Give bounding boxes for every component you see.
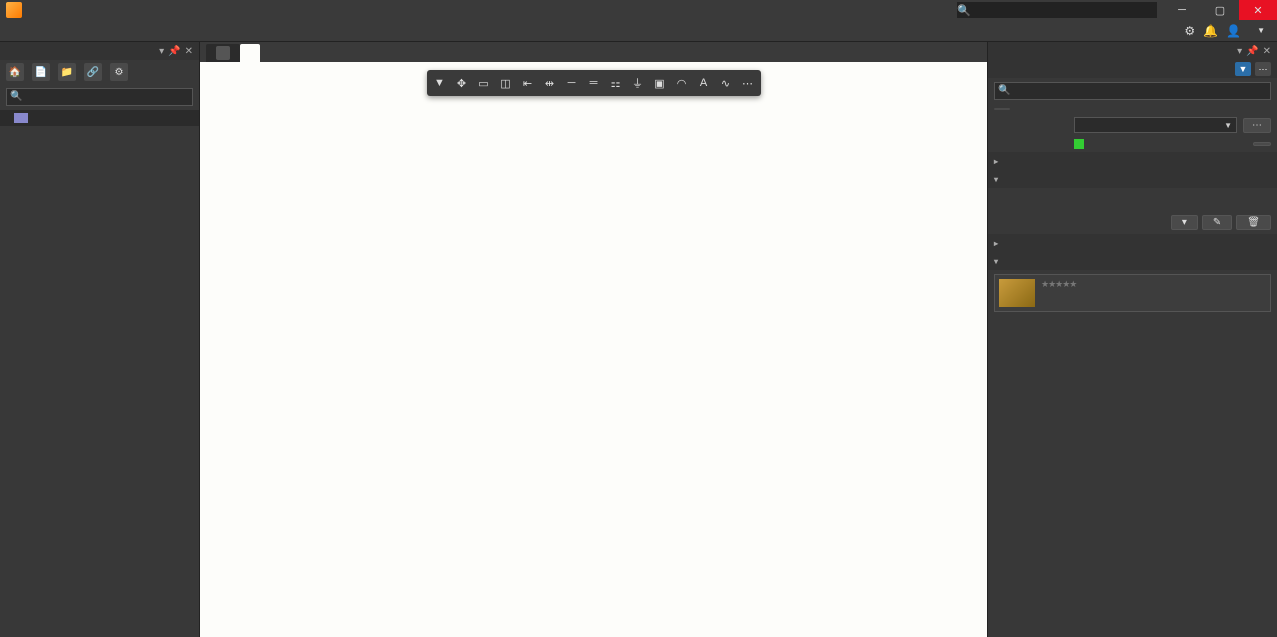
panel-close-icon[interactable]: ✕ (185, 46, 193, 57)
project-tree[interactable] (0, 126, 199, 637)
filter-funnel-icon[interactable]: ▼ (1235, 62, 1251, 76)
select-lasso-icon[interactable]: ◫ (496, 73, 516, 93)
panel-menu-icon[interactable]: ▾ (1237, 46, 1242, 57)
source-more-button[interactable]: ⋯ (1243, 118, 1271, 133)
released-icon (1074, 139, 1084, 149)
power-icon[interactable]: ⏚ (628, 73, 648, 93)
tb-settings-icon[interactable]: ⚙ (110, 63, 128, 81)
general-tab[interactable] (994, 108, 1010, 110)
panel-close-icon[interactable]: ✕ (1263, 46, 1271, 57)
tb-folder-icon[interactable]: 📁 (58, 63, 76, 81)
global-search-input[interactable] (957, 2, 1157, 18)
bus-icon[interactable]: ═ (584, 73, 604, 93)
user-dropdown-icon[interactable]: ▼ (1257, 26, 1265, 35)
tb-doc-icon[interactable]: 📄 (32, 63, 50, 81)
net-icon[interactable]: ⚏ (606, 73, 626, 93)
add-button[interactable]: ▾ (1171, 215, 1198, 230)
user-icon[interactable]: 👤 (1226, 24, 1241, 38)
move-icon[interactable]: ✥ (452, 73, 472, 93)
search-icon: 🔍 (998, 85, 1010, 96)
search-icon: 🔍 (10, 91, 22, 102)
filter-icon[interactable]: ▼ (430, 73, 450, 93)
delete-button[interactable]: 🗑 (1236, 215, 1271, 230)
line-icon[interactable]: ∿ (716, 73, 736, 93)
section-location[interactable] (988, 152, 1277, 170)
maximize-button[interactable]: ▢ (1201, 0, 1239, 20)
properties-search-input[interactable] (994, 82, 1271, 100)
select-rect-icon[interactable]: ▭ (474, 73, 494, 93)
text-icon[interactable]: A (694, 73, 714, 93)
notifications-icon[interactable]: 🔔 (1203, 24, 1218, 38)
align-left-icon[interactable]: ⇤ (518, 73, 538, 93)
document-tabs (200, 42, 987, 62)
properties-panel: ▾ 📌 ✕ ▼ ⋯ 🔍 ▼ ⋯ (987, 42, 1277, 637)
edit-button[interactable]: ✎ (1202, 215, 1232, 230)
app-logo-icon (6, 2, 22, 18)
home-tab[interactable] (206, 44, 240, 62)
panel-pin-icon[interactable]: 📌 (168, 46, 180, 57)
wire-icon[interactable]: ─ (562, 73, 582, 93)
arc-icon[interactable]: ◠ (672, 73, 692, 93)
source-field[interactable]: ▼ (1074, 117, 1237, 133)
update-button[interactable] (1253, 142, 1271, 146)
schematic-canvas[interactable]: ▼ ✥ ▭ ◫ ⇤ ⇹ ─ ═ ⚏ ⏚ ▣ ◠ A ∿ ⋯ (200, 62, 987, 637)
section-partchoices[interactable] (988, 252, 1277, 270)
part-icon[interactable]: ▣ (650, 73, 670, 93)
part-choice-card: ★★★★★ (994, 274, 1271, 312)
schematic-svg (200, 62, 987, 637)
design-toolbar: ▼ ✥ ▭ ◫ ⇤ ⇹ ─ ═ ⚏ ⏚ ▣ ◠ A ∿ ⋯ (427, 70, 761, 96)
rating-stars-icon: ★★★★★ (1041, 279, 1076, 289)
titlebar: 🔍 ─ ▢ ✕ (0, 0, 1277, 20)
projects-search-input[interactable] (6, 88, 193, 106)
projects-panel: ▾ 📌 ✕ 🏠 📄 📁 🔗 ⚙ 🔍 (0, 42, 200, 637)
workspace-row[interactable] (0, 110, 199, 126)
align-dist-icon[interactable]: ⇹ (540, 73, 560, 93)
section-parameters[interactable] (988, 170, 1277, 188)
tb-connect-icon[interactable]: 🔗 (84, 63, 102, 81)
active-tab[interactable] (240, 44, 260, 62)
tb-home-icon[interactable]: 🏠 (6, 63, 24, 81)
menubar: ⚙ 🔔 👤 ▼ (0, 20, 1277, 42)
search-icon: 🔍 (957, 4, 971, 17)
filter-more-icon[interactable]: ⋯ (1255, 62, 1271, 76)
part-thumb-icon (999, 279, 1035, 307)
editor-area: ▼ ✥ ▭ ◫ ⇤ ⇹ ─ ═ ⚏ ⏚ ▣ ◠ A ∿ ⋯ (200, 42, 987, 637)
close-button[interactable]: ✕ (1239, 0, 1277, 20)
more-icon[interactable]: ⋯ (738, 73, 758, 93)
minimize-button[interactable]: ─ (1163, 0, 1201, 20)
home-icon (216, 46, 230, 60)
panel-pin-icon[interactable]: 📌 (1246, 46, 1258, 57)
section-graphical[interactable] (988, 234, 1277, 252)
panel-menu-icon[interactable]: ▾ (159, 46, 164, 57)
settings-icon[interactable]: ⚙ (1184, 24, 1195, 38)
